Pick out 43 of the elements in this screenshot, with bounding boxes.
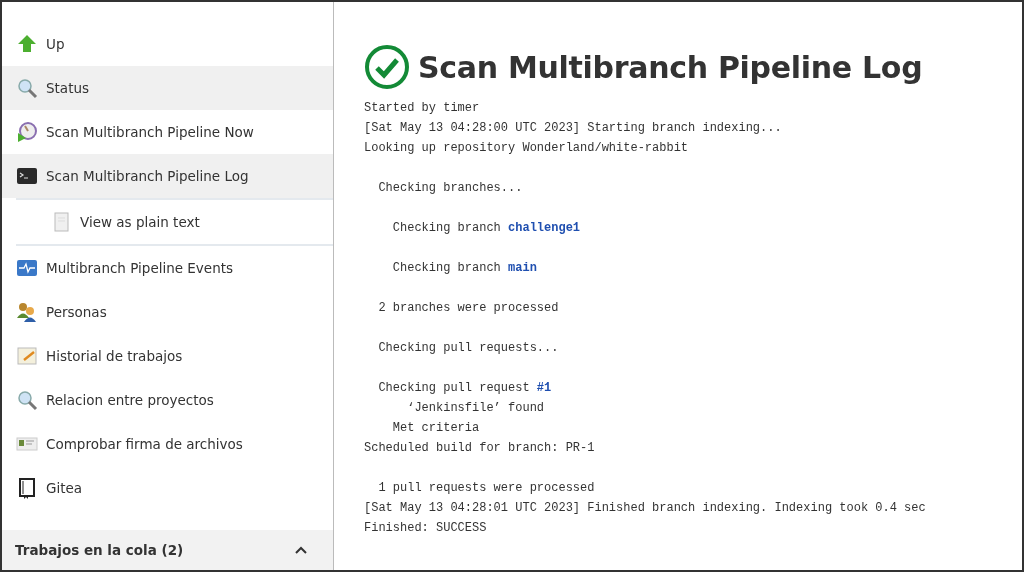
log-line: Scheduled build for branch: PR-1 [364,440,596,457]
log-line: Looking up repository Wonderland/white-rabbit [364,140,690,157]
log-line: Checking branch challenge1 [391,220,582,237]
up-arrow-icon [16,33,38,55]
log-line: Met criteria [391,420,481,437]
sidebar-item[interactable]: Comprobar firma de archivos [2,422,333,466]
page-title: Scan Multibranch Pipeline Log [418,49,923,85]
log-line: Checking pull request #1 [377,380,553,397]
terminal-icon [16,165,38,187]
monitor-pulse-icon [16,257,38,279]
search-icon [16,77,38,99]
sidebar-item[interactable]: Status [2,66,333,110]
caret-icon[interactable] [295,546,307,554]
sidebar-item[interactable]: Personas [2,290,333,334]
notepad-pencil-icon [16,345,38,367]
log-line: 2 branches were processed [377,300,560,317]
check-circle-icon [364,44,410,90]
log-link[interactable]: main [508,261,537,275]
sidebar-item[interactable]: Gitea [2,466,333,510]
search-icon [16,389,38,411]
clock-play-icon [16,121,38,143]
log-line: Checking pull requests... [377,340,560,357]
log-link[interactable]: #1 [536,381,552,395]
sidebar-item[interactable]: Scan Multibranch Pipeline Now [2,110,333,154]
log-line: Finished: SUCCESS [364,520,488,537]
log-line: Started by timer [364,100,481,117]
log-line: Checking branch main [391,260,538,277]
sidebar-item[interactable]: Scan Multibranch Pipeline Log [2,154,333,198]
log-line: ‘Jenkinsfile’ found [406,400,546,417]
log-link[interactable]: challenge1 [508,221,581,235]
log-line: [Sat May 13 04:28:00 UTC 2023] Starting branch indexing... [364,120,783,137]
log-line: [Sat May 13 04:28:01 UTC 2023] Finished branch indexing. Indexing took 0.4 sec [364,500,927,517]
sidebar-item[interactable]: Historial de trabajos [2,334,333,378]
sidebar-subitem[interactable]: View as plain text [16,200,333,244]
queue-panel-header[interactable]: Trabajos en la cola (2) [2,530,333,570]
sidebar-item[interactable]: Relacion entre proyectos [2,378,333,422]
people-icon [16,301,38,323]
log-line: Checking branches... [377,180,524,197]
queue-title: Trabajos en la cola (2) [15,542,184,558]
book-icon [16,477,38,499]
log-line: 1 pull requests were processed [377,480,596,497]
sidebar-item[interactable]: Multibranch Pipeline Events [2,246,333,290]
sidebar-item[interactable]: Up [2,22,333,66]
